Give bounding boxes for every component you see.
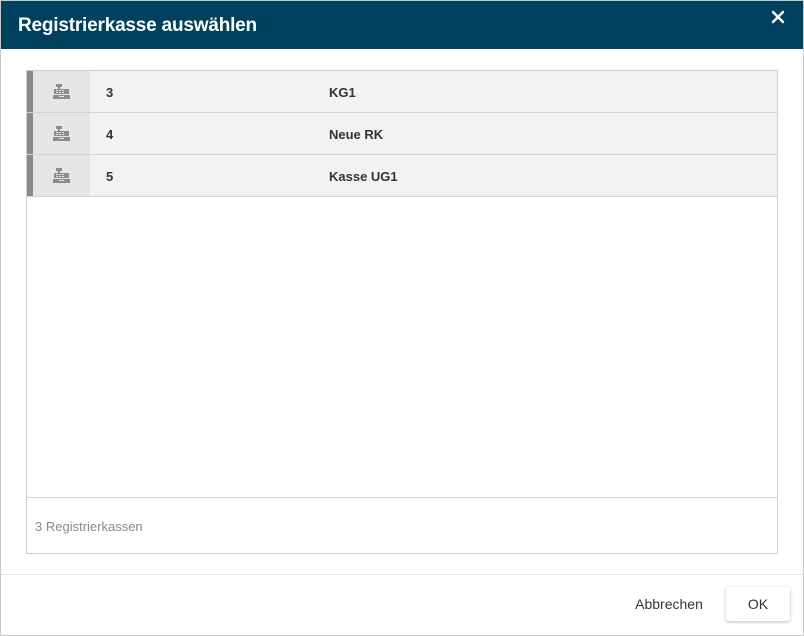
cash-register-icon	[53, 168, 70, 183]
dialog-title: Registrierkasse auswählen	[18, 15, 257, 36]
register-name: KG1	[329, 85, 356, 100]
register-number: 4	[106, 127, 114, 142]
list-footer-divider	[27, 497, 777, 498]
row-icon-cell	[33, 113, 90, 154]
close-icon	[771, 10, 785, 24]
register-row[interactable]: 4 Neue RK	[27, 113, 777, 155]
register-row[interactable]: 3 KG1	[27, 71, 777, 113]
close-button[interactable]	[767, 7, 789, 29]
register-number: 3	[106, 85, 114, 100]
register-count: 3 Registrierkassen	[35, 519, 143, 534]
ok-button[interactable]: OK	[726, 587, 790, 621]
row-icon-cell	[33, 155, 90, 196]
register-list: 3 KG1 4 Neue RK 5 Kasse UG1	[27, 71, 777, 197]
register-number: 5	[106, 169, 114, 184]
row-icon-cell	[33, 71, 90, 112]
cash-register-icon	[53, 84, 70, 99]
register-list-panel: 3 KG1 4 Neue RK 5 Kasse UG1 3 Registrier…	[26, 70, 778, 554]
register-row[interactable]: 5 Kasse UG1	[27, 155, 777, 197]
cancel-button[interactable]: Abbrechen	[623, 587, 715, 621]
register-name: Kasse UG1	[329, 169, 398, 184]
dialog-titlebar: Registrierkasse auswählen	[1, 1, 803, 49]
cash-register-icon	[53, 126, 70, 141]
select-register-dialog: Registrierkasse auswählen 3 KG1 4 Neue R…	[0, 0, 804, 636]
register-name: Neue RK	[329, 127, 384, 142]
dialog-actions-divider	[1, 574, 803, 575]
